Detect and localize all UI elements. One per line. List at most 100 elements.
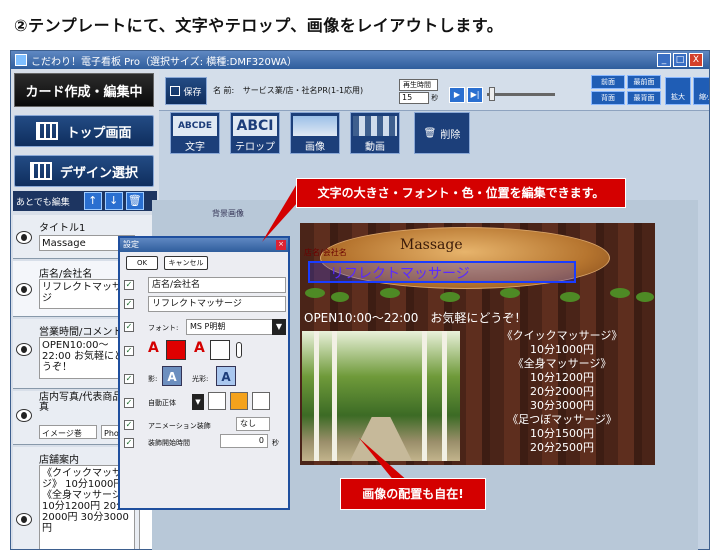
font-select[interactable]: MS P明朝 xyxy=(186,319,276,335)
top-screen-button[interactable]: トップ画面 xyxy=(14,115,154,147)
massage-title[interactable]: Massage xyxy=(400,237,463,253)
name-label: 名 前: xyxy=(213,86,235,95)
leaf-garland xyxy=(305,288,654,302)
chevron-down-icon[interactable]: ▼ xyxy=(272,319,286,335)
play-button[interactable]: ▶ xyxy=(449,87,465,103)
name-box: 名 前: サービス業/店・社名PR(1-1応用) xyxy=(213,85,363,96)
eye-icon[interactable] xyxy=(16,231,32,244)
zoom-out-label: 縮小 xyxy=(699,93,709,101)
start-time-label: 装飾開始時間 xyxy=(148,439,190,447)
video-thumb xyxy=(353,116,397,136)
cancel-button[interactable]: キャンセル xyxy=(164,256,208,270)
menu-line: 《足つぼマッサージ》 xyxy=(507,413,617,426)
trash-icon[interactable]: 🗑 xyxy=(125,192,144,210)
delete-button[interactable]: 🗑 削除 xyxy=(414,112,470,154)
design-select-button[interactable]: デザイン選択 xyxy=(14,155,154,187)
bring-front-button[interactable]: 最前面 xyxy=(627,75,661,89)
name-value: サービス業/店・社名PR(1-1応用) xyxy=(242,86,364,95)
menu-line: 20分2000円 xyxy=(530,385,594,398)
menu-line: 10分1200円 xyxy=(530,371,594,384)
time-slider-track[interactable] xyxy=(487,93,555,96)
insert-text-label: 文字 xyxy=(185,142,205,153)
move-up-button[interactable]: ↑ xyxy=(83,192,102,210)
shop-name-text[interactable]: リフレクトマッサージ xyxy=(330,263,470,283)
checkbox[interactable]: ✓ xyxy=(124,374,134,384)
toolbar: 保存 名 前: サービス業/店・社名PR(1-1応用) 再生時間 15 秒 ▶ … xyxy=(159,69,709,111)
zoom-in-button[interactable]: 拡大 xyxy=(665,77,691,105)
eye-icon[interactable] xyxy=(16,409,32,422)
menu-line: 30分3000円 xyxy=(530,399,594,412)
grid-icon xyxy=(29,162,52,180)
next-button[interactable]: ▶| xyxy=(467,87,483,103)
text-thumb: ABCDE xyxy=(173,116,217,136)
image-thumb xyxy=(293,116,337,136)
later-edit-label: あとでも編集 xyxy=(16,197,70,208)
align-right-icon[interactable] xyxy=(252,392,270,410)
menu-line: 10分1000円 xyxy=(530,343,594,356)
play-time-label: 再生時間 xyxy=(399,79,439,91)
time-slider-handle[interactable] xyxy=(489,87,495,101)
checkbox[interactable]: ✓ xyxy=(124,346,134,356)
text-field-1[interactable]: 店名/会社名 xyxy=(148,277,286,293)
glow-icon[interactable]: A xyxy=(216,366,236,386)
checkbox[interactable]: ✓ xyxy=(124,280,134,290)
play-time-box: 再生時間 15 秒 xyxy=(399,79,439,104)
outline-color-swatch[interactable] xyxy=(210,340,230,360)
settings-dialog: 設定 × OK キャンセル ✓ 店名/会社名 ✓ リフレクトマッサージ ✓ フォ… xyxy=(118,236,290,510)
send-back-button[interactable]: 最背面 xyxy=(627,91,661,105)
bring-forward-button[interactable]: 前面 xyxy=(591,75,625,89)
checkbox[interactable]: ✓ xyxy=(124,398,134,408)
insert-video-button[interactable]: 動画 xyxy=(350,112,400,154)
layer-value[interactable]: イメージ巻 xyxy=(39,425,97,439)
headline: ②テンプレートにて、文字やテロップ、画像をレイアウトします。 xyxy=(14,16,504,35)
menu-line: 《全身マッサージ》 xyxy=(512,357,612,370)
insert-video-label: 動画 xyxy=(365,142,385,153)
start-time-unit: 秒 xyxy=(272,439,279,447)
eye-icon[interactable] xyxy=(16,343,32,356)
insert-image-button[interactable]: 画像 xyxy=(290,112,340,154)
menu-text[interactable]: 《クイックマッサージ》 10分1000円 《全身マッサージ》 10分1200円 … xyxy=(472,329,652,455)
checkbox[interactable]: ✓ xyxy=(124,299,134,309)
move-down-button[interactable]: ↓ xyxy=(104,192,123,210)
glow-label: 光彩: xyxy=(192,375,209,383)
chevron-down-icon[interactable]: ▼ xyxy=(192,394,204,410)
close-button[interactable]: X xyxy=(689,53,703,67)
save-button[interactable]: 保存 xyxy=(165,77,207,105)
layer-name: タイトル1 xyxy=(39,223,86,234)
shop-small-label: 店名/会社名 xyxy=(304,248,347,257)
shadow-icon[interactable]: A xyxy=(162,366,182,386)
animation-select[interactable]: なし xyxy=(236,417,270,431)
send-backward-button[interactable]: 背面 xyxy=(591,91,625,105)
play-time-unit: 秒 xyxy=(431,94,439,102)
shadow-label: 影: xyxy=(148,375,158,383)
zoom-out-button[interactable]: 縮小 xyxy=(693,77,709,105)
menu-line: 《クイックマッサージ》 xyxy=(501,329,623,342)
insert-telop-button[interactable]: ABCI テロップ xyxy=(230,112,280,154)
eye-icon[interactable] xyxy=(16,283,32,296)
menu-line: 20分2500円 xyxy=(530,441,594,454)
top-screen-label: トップ画面 xyxy=(66,125,132,141)
align-left-icon[interactable] xyxy=(208,392,226,410)
insert-image-label: 画像 xyxy=(305,142,325,153)
checkbox[interactable]: ✓ xyxy=(124,420,134,430)
outline-width-handle[interactable] xyxy=(236,342,242,358)
outline-color-icon[interactable]: A xyxy=(194,340,205,356)
maximize-button[interactable]: □ xyxy=(673,53,687,67)
minimize-button[interactable]: _ xyxy=(657,53,671,67)
text-field-2[interactable]: リフレクトマッサージ xyxy=(148,296,286,312)
title-bar[interactable]: こだわり！電子看板 Pro（選択サイズ: 横種:DMF320WA） _ □ X xyxy=(11,51,709,69)
align-center-icon[interactable] xyxy=(230,392,248,410)
window-title: こだわり！電子看板 Pro（選択サイズ: 横種:DMF320WA） xyxy=(31,56,298,68)
text-color-icon[interactable]: A xyxy=(148,340,159,356)
checkbox[interactable]: ✓ xyxy=(124,438,134,448)
save-label: 保存 xyxy=(183,87,202,98)
checkbox[interactable]: ✓ xyxy=(124,322,134,332)
signage-canvas[interactable]: Massage 店名/会社名 リフレクトマッサージ OPEN10:00～22:0… xyxy=(300,223,655,465)
hours-text[interactable]: OPEN10:00～22:00 お気軽にどうぞ！ xyxy=(304,309,526,326)
play-time-input[interactable]: 15 xyxy=(399,92,429,104)
start-time-input[interactable]: 0 xyxy=(220,434,268,448)
ok-button[interactable]: OK xyxy=(126,256,158,270)
eye-icon[interactable] xyxy=(16,513,32,526)
text-color-swatch[interactable] xyxy=(166,340,186,360)
insert-text-button[interactable]: ABCDE 文字 xyxy=(170,112,220,154)
